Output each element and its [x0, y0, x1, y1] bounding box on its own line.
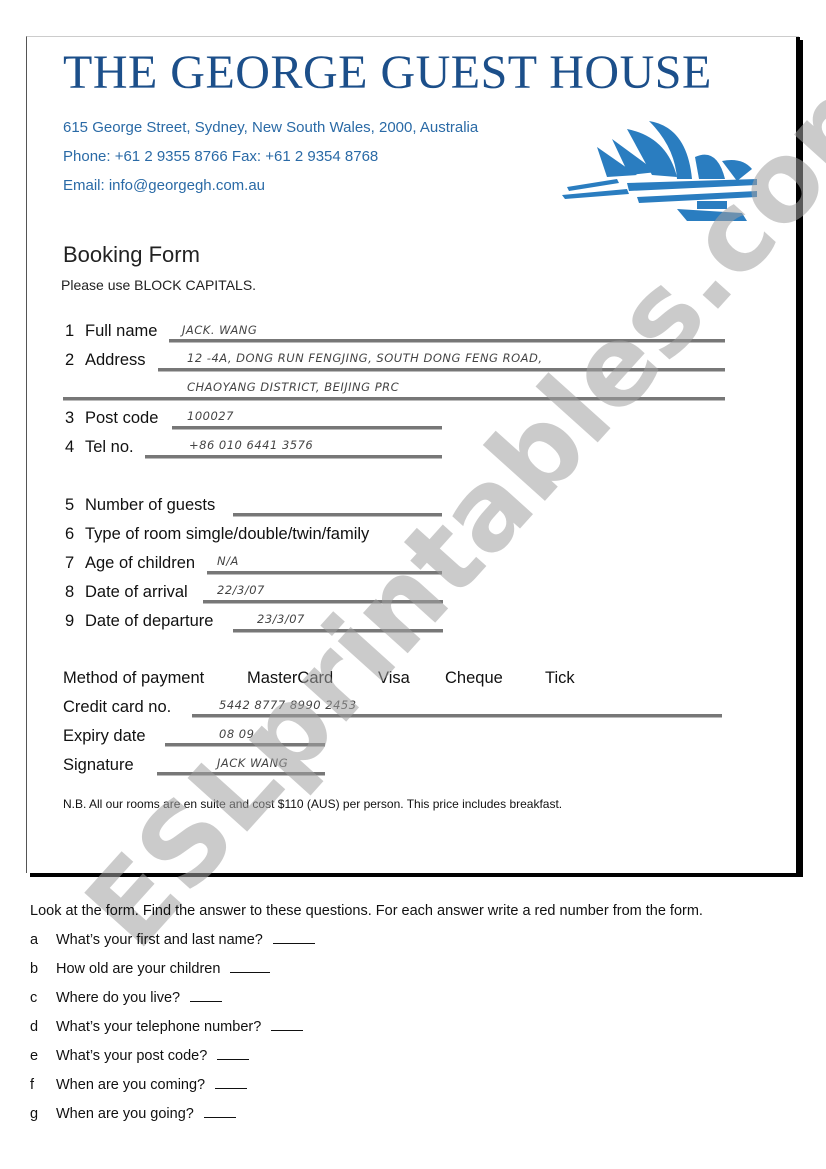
question-letter: f [30, 1077, 35, 1093]
field-label: Date of arrival [85, 583, 188, 601]
signature-label: Signature [63, 756, 134, 774]
payment-option-visa[interactable]: Visa [378, 669, 410, 688]
sydney-opera-house-icon [562, 121, 757, 221]
question-text: What’s your first and last name? [56, 932, 263, 948]
answer-blank[interactable] [272, 942, 315, 944]
full-name-value: JACK. WANG [182, 323, 258, 337]
question-d: d What’s your telephone number? [30, 1019, 304, 1035]
field-label: Date of departure [85, 612, 214, 630]
question-g: g When are you going? [30, 1106, 236, 1122]
field-label: Full name [85, 322, 158, 340]
post-code-field[interactable] [172, 426, 442, 430]
expiry-date-label: Expiry date [63, 727, 146, 745]
pricing-note: N.B. All our rooms are en suite and cost… [63, 797, 563, 811]
form-instruction: Please use BLOCK CAPITALS. [61, 277, 257, 293]
payment-option-mastercard[interactable]: MasterCard [247, 669, 333, 688]
post-code-value: 100027 [187, 409, 234, 423]
expiry-date-field[interactable] [165, 743, 325, 747]
tel-value: +86 010 6441 3576 [189, 438, 314, 452]
field-label: Age of children [85, 554, 196, 572]
question-text: What’s your post code? [56, 1048, 208, 1064]
signature-field[interactable] [157, 772, 325, 776]
booking-form-card: THE GEORGE GUEST HOUSE 615 George Street… [26, 36, 800, 873]
field-label: Address [85, 351, 146, 369]
field-number: 3 [65, 409, 75, 427]
field-label-room-type: 6 Type of room simgle/double/twin/family [65, 525, 369, 544]
field-label: Tel no. [85, 438, 134, 456]
question-a: a What’s your first and last name? [30, 932, 315, 948]
form-heading: Booking Form [63, 242, 200, 267]
address-field-line2[interactable] [63, 397, 725, 401]
answer-blank[interactable] [190, 1000, 223, 1002]
question-c: c Where do you live? [30, 990, 223, 1006]
address-value-line2: CHAOYANG DISTRICT, BEIJING PRC [187, 380, 400, 394]
payment-method-label: Method of payment [63, 669, 205, 687]
field-number: 9 [65, 612, 75, 630]
field-label-address: 2 Address [65, 351, 146, 370]
field-label-arrival: 8 Date of arrival [65, 583, 188, 602]
credit-card-field[interactable] [192, 714, 722, 718]
question-text: Where do you live? [56, 990, 181, 1006]
field-label-full-name: 1 Full name [65, 322, 157, 341]
question-letter: a [30, 932, 39, 948]
payment-option-tick: Tick [545, 669, 575, 687]
payment-option-cheque[interactable]: Cheque [445, 669, 503, 688]
field-label: Type of room simgle/double/twin/family [85, 525, 370, 543]
field-label-tel: 4 Tel no. [65, 438, 134, 457]
field-number: 7 [65, 554, 75, 572]
question-text: When are you coming? [56, 1077, 206, 1093]
address-line: 615 George Street, Sydney, New South Wal… [63, 119, 479, 136]
expiry-date-value: 08 09 [219, 727, 255, 741]
phone-line: Phone: +61 2 9355 8766 Fax: +61 2 9354 8… [63, 148, 379, 165]
field-label: Number of guests [85, 496, 216, 514]
answer-blank[interactable] [230, 971, 271, 973]
guest-house-title: THE GEORGE GUEST HOUSE [63, 46, 712, 99]
question-letter: b [30, 961, 39, 977]
arrival-date-value: 22/3/07 [217, 583, 265, 597]
field-label-departure: 9 Date of departure [65, 612, 213, 631]
field-number: 2 [65, 351, 75, 369]
answer-blank[interactable] [217, 1058, 250, 1060]
children-age-field[interactable] [207, 571, 442, 575]
question-f: f When are you coming? [30, 1077, 248, 1093]
question-text: What’s your telephone number? [56, 1019, 262, 1035]
field-number: 1 [65, 322, 75, 340]
question-letter: e [30, 1048, 39, 1064]
field-number: 5 [65, 496, 75, 514]
address-field-line1[interactable] [158, 368, 725, 372]
departure-date-value: 23/3/07 [257, 612, 305, 626]
question-e: e What’s your post code? [30, 1048, 250, 1064]
full-name-field[interactable] [169, 339, 725, 343]
question-text: When are you going? [56, 1106, 194, 1122]
guests-field[interactable] [233, 513, 442, 517]
question-text: How old are your children [56, 961, 221, 977]
children-age-value: N/A [217, 554, 239, 568]
field-number: 6 [65, 525, 75, 543]
question-letter: d [30, 1019, 39, 1035]
field-number: 8 [65, 583, 75, 601]
signature-value: JACK WANG [217, 756, 289, 770]
question-letter: g [30, 1106, 39, 1122]
tel-field[interactable] [145, 455, 442, 459]
address-value-line1: 12 -4A, DONG RUN FENGJING, SOUTH DONG FE… [187, 351, 543, 365]
field-label: Post code [85, 409, 159, 427]
departure-date-field[interactable] [233, 629, 443, 633]
credit-card-value: 5442 8777 8990 2453 [219, 698, 357, 712]
field-number: 4 [65, 438, 75, 456]
question-b: b How old are your children [30, 961, 271, 977]
answer-blank[interactable] [215, 1087, 248, 1089]
email-line: Email: info@georgegh.com.au [63, 177, 266, 194]
arrival-date-field[interactable] [203, 600, 443, 604]
exercise-instruction: Look at the form. Find the answer to the… [30, 903, 703, 919]
field-label-children-age: 7 Age of children [65, 554, 195, 573]
field-label-guests: 5 Number of guests [65, 496, 215, 515]
question-letter: c [30, 990, 38, 1006]
answer-blank[interactable] [203, 1116, 236, 1118]
credit-card-label: Credit card no. [63, 698, 172, 716]
answer-blank[interactable] [271, 1029, 304, 1031]
field-label-post-code: 3 Post code [65, 409, 158, 428]
